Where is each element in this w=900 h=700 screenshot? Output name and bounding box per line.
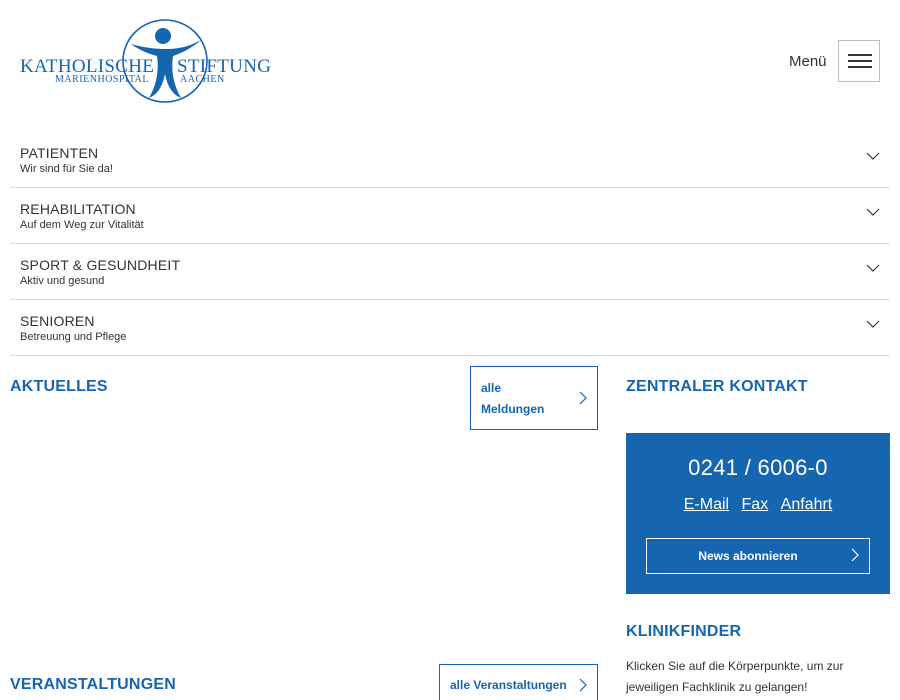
- main-navigation: PATIENTEN Wir sind für Sie da! REHABILIT…: [10, 132, 890, 356]
- chevron-right-icon: [851, 548, 859, 562]
- logo-subtitle-left: MARIENHOSPITAL: [55, 74, 149, 85]
- nav-item-title: SENIOREN: [20, 313, 95, 329]
- contact-links: E-Mail Fax Anfahrt: [626, 496, 890, 514]
- events-section-title: VERANSTALTUNGEN: [10, 676, 176, 693]
- chevron-right-icon: [579, 391, 587, 405]
- nav-item-title: SPORT & GESUNDHEIT: [20, 257, 181, 273]
- all-news-button[interactable]: alle Meldungen: [470, 366, 598, 430]
- klinikfinder-section-title: KLINIKFINDER: [626, 623, 742, 640]
- chevron-down-icon[interactable]: [866, 320, 880, 329]
- all-events-button-label: alle Veranstaltungen: [450, 678, 567, 692]
- phone-number[interactable]: 0241 / 6006-0: [626, 455, 890, 481]
- fax-link[interactable]: Fax: [742, 496, 769, 513]
- contact-section-title: ZENTRALER KONTAKT: [626, 378, 808, 395]
- all-events-button[interactable]: alle Veranstaltungen: [439, 664, 598, 700]
- directions-link[interactable]: Anfahrt: [781, 496, 833, 513]
- hamburger-icon: [848, 54, 872, 56]
- email-link[interactable]: E-Mail: [684, 496, 729, 513]
- subscribe-news-label: News abonnieren: [698, 549, 798, 563]
- nav-item-subtitle: Betreuung und Pflege: [20, 331, 127, 343]
- hamburger-menu-button[interactable]: [838, 40, 880, 82]
- logo-subtitle-right: AACHEN: [180, 74, 225, 85]
- subscribe-news-button[interactable]: News abonnieren: [646, 538, 870, 574]
- nav-item-rehabilitation[interactable]: REHABILITATION Auf dem Weg zur Vitalität: [10, 188, 890, 244]
- chevron-down-icon[interactable]: [866, 152, 880, 161]
- nav-item-sport-gesundheit[interactable]: SPORT & GESUNDHEIT Aktiv und gesund: [10, 244, 890, 300]
- site-logo[interactable]: KATHOLISCHE STIFTUNG MARIENHOSPITAL AACH…: [20, 18, 271, 104]
- nav-item-patienten[interactable]: PATIENTEN Wir sind für Sie da!: [10, 132, 890, 188]
- menu-label[interactable]: Menü: [789, 53, 827, 70]
- klinikfinder-description: Klicken Sie auf die Körperpunkte, um zur…: [626, 659, 844, 694]
- nav-item-subtitle: Wir sind für Sie da!: [20, 163, 113, 175]
- chevron-right-icon: [579, 678, 587, 692]
- nav-item-title: PATIENTEN: [20, 145, 99, 161]
- nav-item-subtitle: Aktiv und gesund: [20, 275, 105, 287]
- nav-item-subtitle: Auf dem Weg zur Vitalität: [20, 219, 144, 231]
- news-section-title: AKTUELLES: [10, 378, 108, 395]
- chevron-down-icon[interactable]: [866, 264, 880, 273]
- nav-item-title: REHABILITATION: [20, 201, 136, 217]
- chevron-down-icon[interactable]: [866, 208, 880, 217]
- contact-box: 0241 / 6006-0 E-Mail Fax Anfahrt News ab…: [626, 433, 890, 594]
- all-news-button-label: alle Meldungen: [481, 381, 545, 416]
- nav-item-senioren[interactable]: SENIOREN Betreuung und Pflege: [10, 300, 890, 356]
